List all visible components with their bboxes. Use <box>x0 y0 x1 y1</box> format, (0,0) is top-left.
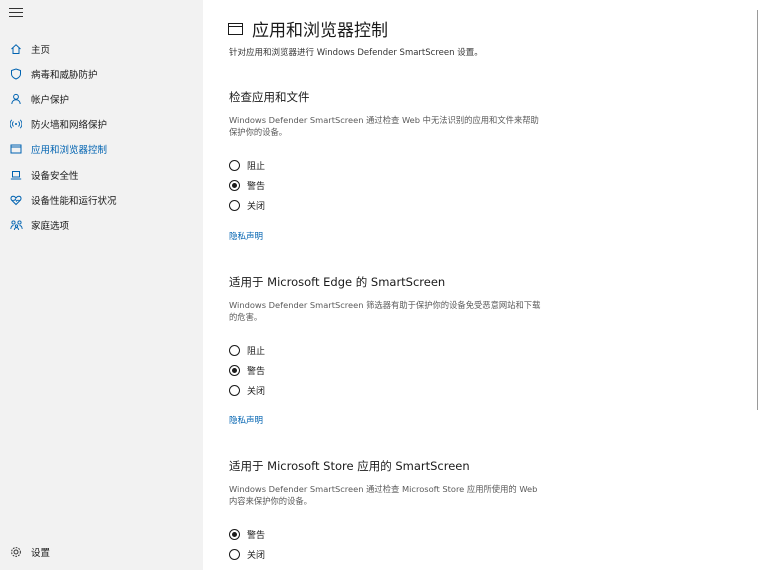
wifi-icon <box>9 117 23 131</box>
radio-button-selected[interactable] <box>229 529 240 540</box>
radio-block[interactable]: 阻止 <box>229 344 265 357</box>
sidebar-item-virus-protection[interactable]: 病毒和威胁防护 <box>0 61 203 86</box>
privacy-statement-link[interactable]: 隐私声明 <box>229 230 263 242</box>
section-description: Windows Defender SmartScreen 通过检查 Micros… <box>229 484 538 506</box>
privacy-statement-link[interactable]: 隐私声明 <box>229 414 263 426</box>
radio-label: 阻止 <box>247 162 266 172</box>
radio-label: 警告 <box>247 367 266 377</box>
radio-off[interactable]: 关闭 <box>229 548 265 561</box>
gear-icon <box>9 545 23 559</box>
family-icon <box>9 218 23 232</box>
radio-button-selected[interactable] <box>229 180 240 191</box>
section-check-apps-files: 检查应用和文件 Windows Defender SmartScreen 通过检… <box>229 89 549 242</box>
sidebar-item-label: 应用和浏览器控制 <box>31 144 108 156</box>
section-description: Windows Defender SmartScreen 通过检查 Web 中无… <box>229 115 539 137</box>
radio-label: 警告 <box>247 531 266 541</box>
radio-warn[interactable]: 警告 <box>229 528 265 541</box>
radio-block[interactable]: 阻止 <box>229 159 265 172</box>
app-window-icon <box>228 22 243 35</box>
radio-warn[interactable]: 警告 <box>229 364 265 377</box>
sidebar-item-account-protection[interactable]: 帐户保护 <box>0 86 203 111</box>
radio-label: 关闭 <box>247 202 266 212</box>
radio-button-selected[interactable] <box>229 365 240 376</box>
laptop-icon <box>9 168 23 182</box>
main-content: 应用和浏览器控制 针对应用和浏览器进行 Windows Defender Sma… <box>203 0 751 570</box>
radio-off[interactable]: 关闭 <box>229 199 265 212</box>
section-title: 适用于 Microsoft Edge 的 SmartScreen <box>229 275 446 289</box>
radio-label: 关闭 <box>247 551 266 561</box>
shield-icon <box>9 67 23 81</box>
sidebar-item-firewall[interactable]: 防火墙和网络保护 <box>0 111 203 136</box>
heart-icon <box>9 193 23 207</box>
sidebar: 主页 病毒和威胁防护 帐户保护 防火墙和网络保护 应用和浏览器控制 设备安全性 <box>0 0 203 570</box>
section-title: 检查应用和文件 <box>229 90 310 104</box>
radio-label: 警告 <box>247 182 266 192</box>
sidebar-item-home[interactable]: 主页 <box>0 36 203 61</box>
scrollbar[interactable] <box>757 10 758 410</box>
person-icon <box>9 92 23 106</box>
sidebar-item-label: 设备安全性 <box>31 170 79 182</box>
radio-button[interactable] <box>229 160 240 171</box>
sidebar-item-label: 主页 <box>31 44 51 56</box>
sidebar-item-device-health[interactable]: 设备性能和运行状况 <box>0 187 203 212</box>
radio-warn[interactable]: 警告 <box>229 179 265 192</box>
sidebar-item-label: 帐户保护 <box>31 94 70 106</box>
page-title-text: 应用和浏览器控制 <box>252 21 388 41</box>
radio-button[interactable] <box>229 345 240 356</box>
sidebar-item-label: 病毒和威胁防护 <box>31 69 98 81</box>
radio-label: 关闭 <box>247 387 266 397</box>
sidebar-item-device-security[interactable]: 设备安全性 <box>0 162 203 187</box>
sidebar-item-app-browser-control[interactable]: 应用和浏览器控制 <box>0 136 203 161</box>
sidebar-item-label: 设置 <box>31 547 51 559</box>
hamburger-menu-icon[interactable] <box>9 8 23 22</box>
app-window-icon <box>9 142 23 156</box>
sidebar-item-label: 防火墙和网络保护 <box>31 119 108 131</box>
section-store-smartscreen: 适用于 Microsoft Store 应用的 SmartScreen Wind… <box>229 458 549 561</box>
radio-button[interactable] <box>229 200 240 211</box>
page-title: 应用和浏览器控制 <box>228 16 388 41</box>
page-subtitle: 针对应用和浏览器进行 Windows Defender SmartScreen … <box>229 48 483 58</box>
section-description: Windows Defender SmartScreen 筛选器有助于保护你的设… <box>229 300 541 322</box>
radio-button[interactable] <box>229 549 240 560</box>
sidebar-item-family-options[interactable]: 家庭选项 <box>0 212 203 237</box>
section-edge-smartscreen: 适用于 Microsoft Edge 的 SmartScreen Windows… <box>229 274 549 426</box>
home-icon <box>9 42 23 56</box>
radio-label: 阻止 <box>247 347 266 357</box>
sidebar-item-label: 设备性能和运行状况 <box>31 195 117 207</box>
radio-off[interactable]: 关闭 <box>229 384 265 397</box>
section-title: 适用于 Microsoft Store 应用的 SmartScreen <box>229 459 470 473</box>
radio-button[interactable] <box>229 385 240 396</box>
sidebar-item-settings[interactable]: 设置 <box>0 539 203 564</box>
sidebar-item-label: 家庭选项 <box>31 220 70 232</box>
